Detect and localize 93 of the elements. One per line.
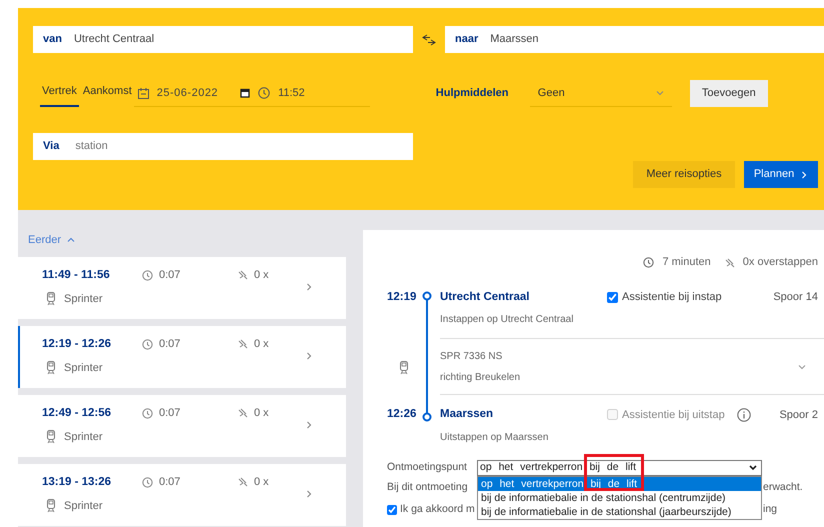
trip-duration: 0:07 xyxy=(159,406,180,421)
info-icon[interactable] xyxy=(736,408,751,422)
trip-card[interactable]: 12:19 - 12:26 0:07 0 x Sprinter xyxy=(18,326,346,388)
trip-duration: 0:07 xyxy=(159,268,180,283)
stop-time: 12:26 xyxy=(387,407,418,422)
caret-icon xyxy=(67,236,76,244)
train-direction: richting Breukelen xyxy=(440,370,520,385)
checkbox-label: Assistentie bij instap xyxy=(622,290,722,306)
trip-times: 13:19 - 13:26 xyxy=(42,474,112,490)
chevron-icon xyxy=(305,490,313,498)
stop-note: Uitstappen op Maarssen xyxy=(440,430,550,444)
trip-card[interactable]: 12:49 - 12:56 0:07 0 x Sprinter xyxy=(18,394,346,456)
clock-icon xyxy=(142,338,153,350)
trip-duration: 0:07 xyxy=(159,474,180,490)
plan-button[interactable]: Plannen xyxy=(744,161,818,188)
field-label: naar xyxy=(455,32,478,48)
assistance-checkbox[interactable] xyxy=(607,292,618,304)
transfer-count: 0 x xyxy=(254,406,269,421)
options-button[interactable]: Meer reisopties xyxy=(633,161,735,188)
train-type: Sprinter xyxy=(64,292,103,307)
dropdown-option[interactable]: bij de informatiebalie in de stationshal (centrumzijde) xyxy=(478,490,761,504)
dropdown-option[interactable]: bij de informatiebalie in de stationshal (jaarbeurszijde) xyxy=(478,504,761,518)
trip-card[interactable]: 13:19 - 13:26 0:07 0 x Sprinter xyxy=(18,464,346,526)
clock-icon xyxy=(142,408,153,419)
field-value: Utrecht Centraal xyxy=(74,32,154,48)
train-number: SPR 7336 NS xyxy=(440,350,504,364)
caret-icon xyxy=(749,464,757,470)
clock-icon xyxy=(142,270,153,281)
meeting-select[interactable]: op het vertrekperron bij de lift xyxy=(477,460,762,476)
date-value: 25-06-2022 xyxy=(156,86,218,101)
train-icon xyxy=(46,292,56,306)
train-type: Sprinter xyxy=(64,430,103,445)
chevron-icon xyxy=(305,352,313,360)
chevron-icon xyxy=(305,420,313,428)
add-button[interactable]: Toevoegen xyxy=(690,80,768,107)
transfer-count: 0 x xyxy=(254,268,269,283)
aids-label: Hulpmiddelen xyxy=(436,86,510,102)
transfer-summary: 0x overstappen xyxy=(742,255,818,270)
train-icon xyxy=(46,361,56,375)
checkbox-label: Assistentie bij uitstap xyxy=(622,408,725,423)
platform-label: Spoor 14 xyxy=(773,290,818,306)
trip-duration: 7 minuten xyxy=(662,255,711,270)
train-icon xyxy=(46,430,56,444)
stop-time: 12:19 xyxy=(387,290,418,305)
transfer-icon xyxy=(238,270,248,280)
chevron-icon xyxy=(305,282,313,290)
agree-checkbox[interactable] xyxy=(387,504,397,514)
from-field[interactable]: van Utrecht Centraal xyxy=(33,26,413,53)
field-label: Via xyxy=(43,139,60,154)
train-type: Sprinter xyxy=(64,498,103,514)
train-icon xyxy=(399,361,409,376)
via-field[interactable]: Via station xyxy=(33,133,413,160)
time-value: 11:52 xyxy=(278,86,305,101)
time-tab[interactable]: Vertrek xyxy=(40,80,79,107)
transfer-icon xyxy=(238,408,248,418)
transfer-count: 0 x xyxy=(254,336,269,352)
calendar-icon xyxy=(138,88,149,98)
clock-icon xyxy=(643,257,654,268)
time-tab[interactable]: Aankomst xyxy=(80,80,134,107)
agree-text: ing xyxy=(763,502,778,517)
meeting-note: erwacht. xyxy=(763,480,803,495)
meeting-note: Bij dit ontmoeting xyxy=(387,480,468,495)
transfer-icon xyxy=(238,339,248,350)
clock-icon xyxy=(258,87,270,99)
highlight-frame xyxy=(584,454,644,490)
transfer-icon xyxy=(238,477,248,488)
trip-times: 11:49 - 11:56 xyxy=(42,268,111,282)
swap-icon[interactable] xyxy=(422,34,436,46)
trip-times: 12:49 - 12:56 xyxy=(42,406,112,420)
calendar-icon xyxy=(240,88,250,98)
transfer-count: 0 x xyxy=(254,474,269,490)
chevron-icon xyxy=(800,170,808,178)
clock-icon xyxy=(142,476,153,488)
to-field[interactable]: naar Maarssen xyxy=(445,26,824,53)
stop-note: Instappen op Utrecht Centraal xyxy=(440,313,574,328)
trip-times: 12:19 - 12:26 xyxy=(42,336,112,352)
aids-select[interactable]: Geen xyxy=(530,80,672,107)
agree-text: Ik ga akkoord m xyxy=(400,502,475,517)
transfer-icon xyxy=(724,258,735,268)
meeting-label: Ontmoetingspunt xyxy=(387,460,468,475)
train-icon xyxy=(46,499,56,513)
train-type: Sprinter xyxy=(64,360,103,376)
expand-icon xyxy=(798,362,806,371)
trip-duration: 0:07 xyxy=(159,336,180,352)
date-time-field[interactable]: 25-06-2022 11:52 xyxy=(134,80,370,107)
field-label: van xyxy=(43,32,62,48)
platform-label: Spoor 2 xyxy=(779,408,818,423)
station-name: Utrecht Centraal xyxy=(440,290,530,305)
caret-icon xyxy=(656,89,664,97)
station-name: Maarssen xyxy=(440,407,494,422)
trip-card[interactable]: 11:49 - 11:56 0:07 0 x Sprinter xyxy=(18,256,346,318)
field-value: Maarssen xyxy=(490,32,539,48)
dropdown-option[interactable]: op het vertrekperron bij de lift xyxy=(478,476,761,490)
